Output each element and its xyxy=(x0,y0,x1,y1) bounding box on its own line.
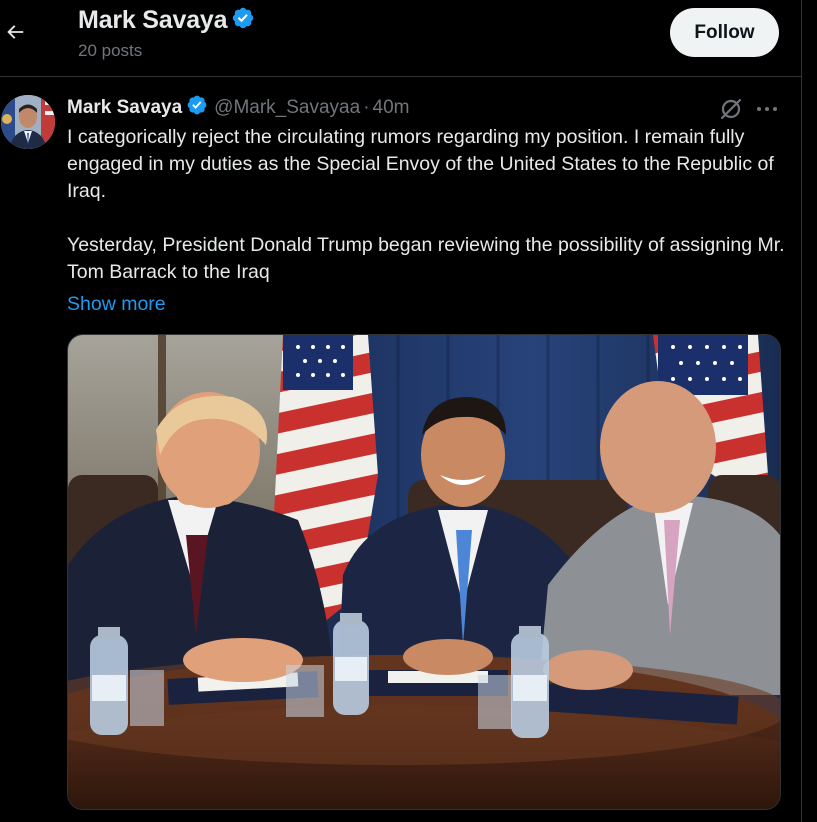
post-handle[interactable]: @Mark_Savayaa xyxy=(214,97,360,119)
header-title-row: Mark Savaya xyxy=(78,3,255,37)
post-header: Mark Savaya @Mark_Savayaa · 40m xyxy=(67,95,409,121)
header-name: Mark Savaya xyxy=(78,5,228,34)
post-separator: · xyxy=(363,97,370,118)
column-divider xyxy=(801,0,802,822)
verified-badge-icon xyxy=(231,6,255,35)
post-author-name[interactable]: Mark Savaya xyxy=(67,97,182,119)
post-text: I categorically reject the circulating r… xyxy=(67,124,787,286)
verified-badge-icon xyxy=(186,94,208,122)
grok-icon[interactable] xyxy=(718,96,744,122)
avatar[interactable] xyxy=(1,95,55,149)
profile-header: Mark Savaya 20 posts Follow xyxy=(0,0,801,77)
post-image[interactable] xyxy=(67,334,781,810)
post-timestamp[interactable]: 40m xyxy=(373,97,410,119)
follow-button[interactable]: Follow xyxy=(670,8,779,57)
posts-count: 20 posts xyxy=(78,41,143,60)
post-paragraph: I categorically reject the circulating r… xyxy=(67,126,774,202)
profile-page: Mark Savaya 20 posts Follow Mark Savaya … xyxy=(0,0,817,822)
show-more-link[interactable]: Show more xyxy=(67,291,166,318)
back-arrow-icon xyxy=(7,25,24,39)
more-dots-icon[interactable] xyxy=(755,100,779,118)
back-button[interactable] xyxy=(0,12,30,52)
post-paragraph: Yesterday, President Donald Trump began … xyxy=(67,234,785,283)
